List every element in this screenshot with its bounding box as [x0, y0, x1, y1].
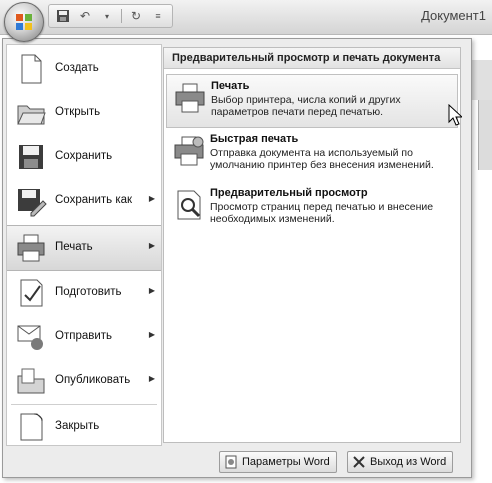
save-as-icon — [18, 189, 47, 217]
office-button[interactable] — [4, 2, 44, 42]
open-folder-icon — [17, 105, 46, 125]
title-bar: ↶ ▾ ↻ ≡ Документ1 — [0, 0, 492, 42]
menu-item-label: Печать — [55, 241, 93, 253]
quick-access-toolbar: ↶ ▾ ↻ ≡ — [48, 4, 173, 28]
menu-item-label: Создать — [55, 62, 99, 74]
prepare-icon — [20, 279, 43, 307]
submenu-item-description: Отправка документа на используемый по ум… — [210, 147, 434, 171]
word-options-label: Параметры Word — [242, 456, 330, 468]
send-icon — [17, 325, 43, 350]
menu-item-print[interactable]: Печать ▶ — [7, 225, 161, 271]
exit-word-button[interactable]: Выход из Word — [347, 451, 454, 473]
menu-item-label: Закрыть — [55, 420, 100, 432]
floppy-icon — [19, 145, 43, 169]
menu-item-close[interactable]: Закрыть — [7, 405, 161, 449]
scrollbar[interactable] — [478, 100, 492, 170]
menu-item-label: Отправить — [55, 330, 113, 342]
submenu-item-quick-print[interactable]: Быстрая печать Отправка документа на исп… — [166, 128, 456, 180]
submenu-item-preview[interactable]: Предварительный просмотр Просмотр страни… — [166, 182, 456, 234]
submenu-arrow-icon: ▶ — [148, 286, 155, 295]
dropdown-icon[interactable]: ▾ — [99, 8, 115, 24]
menu-item-label: Подготовить — [55, 286, 122, 298]
new-document-icon — [21, 54, 42, 84]
menu-item-send[interactable]: Отправить ▶ — [7, 315, 161, 359]
office-logo-icon — [16, 14, 32, 30]
submenu-arrow-icon: ▶ — [148, 241, 155, 250]
submenu-title: Предварительный просмотр и печать докуме… — [172, 52, 441, 64]
mouse-cursor-icon — [448, 104, 462, 126]
menu-item-new[interactable]: Создать — [7, 47, 161, 91]
close-icon — [353, 456, 365, 468]
office-menu: Создать Открыть Сохранить Сохранить как … — [2, 38, 472, 478]
redo-icon[interactable]: ↻ — [128, 8, 144, 24]
submenu-item-description: Просмотр страниц перед печатью и внесени… — [210, 201, 434, 225]
publish-icon — [17, 368, 45, 394]
menu-item-prepare[interactable]: Подготовить ▶ — [7, 271, 161, 315]
menu-item-open[interactable]: Открыть — [7, 91, 161, 135]
printer-icon — [17, 234, 45, 262]
menu-item-publish[interactable]: Опубликовать ▶ — [7, 359, 161, 403]
ruler — [471, 60, 492, 100]
print-submenu: Предварительный просмотр и печать докуме… — [163, 47, 461, 443]
separator — [121, 9, 122, 23]
menu-item-save[interactable]: Сохранить — [7, 135, 161, 179]
quick-print-icon — [174, 136, 204, 166]
left-menu: Создать Открыть Сохранить Сохранить как … — [6, 44, 162, 446]
customize-icon[interactable]: ≡ — [150, 8, 166, 24]
submenu-header: Предварительный просмотр и печать докуме… — [164, 48, 460, 69]
document-title: Документ1 — [421, 8, 486, 23]
menu-item-save-as[interactable]: Сохранить как ▶ — [7, 179, 161, 223]
menu-item-label: Опубликовать — [55, 374, 131, 386]
menu-item-label: Сохранить — [55, 150, 113, 162]
printer-icon — [175, 83, 205, 113]
submenu-item-title: Печать — [211, 80, 250, 92]
submenu-item-description: Выбор принтера, числа копий и других пар… — [211, 94, 401, 118]
menu-item-label: Сохранить как — [55, 194, 133, 206]
print-preview-icon — [177, 190, 201, 220]
exit-word-label: Выход из Word — [370, 456, 447, 468]
submenu-arrow-icon: ▶ — [148, 374, 155, 383]
word-options-button[interactable]: Параметры Word — [219, 451, 337, 473]
submenu-item-title: Быстрая печать — [210, 133, 299, 145]
submenu-item-title: Предварительный просмотр — [210, 187, 368, 199]
close-document-icon — [20, 413, 43, 441]
submenu-arrow-icon: ▶ — [148, 330, 155, 339]
floppy-icon[interactable] — [55, 8, 71, 24]
undo-icon[interactable]: ↶ — [77, 8, 93, 24]
options-icon — [225, 455, 237, 469]
menu-item-label: Открыть — [55, 106, 101, 118]
submenu-arrow-icon: ▶ — [148, 194, 155, 203]
submenu-item-print[interactable]: Печать Выбор принтера, числа копий и дру… — [166, 74, 458, 128]
